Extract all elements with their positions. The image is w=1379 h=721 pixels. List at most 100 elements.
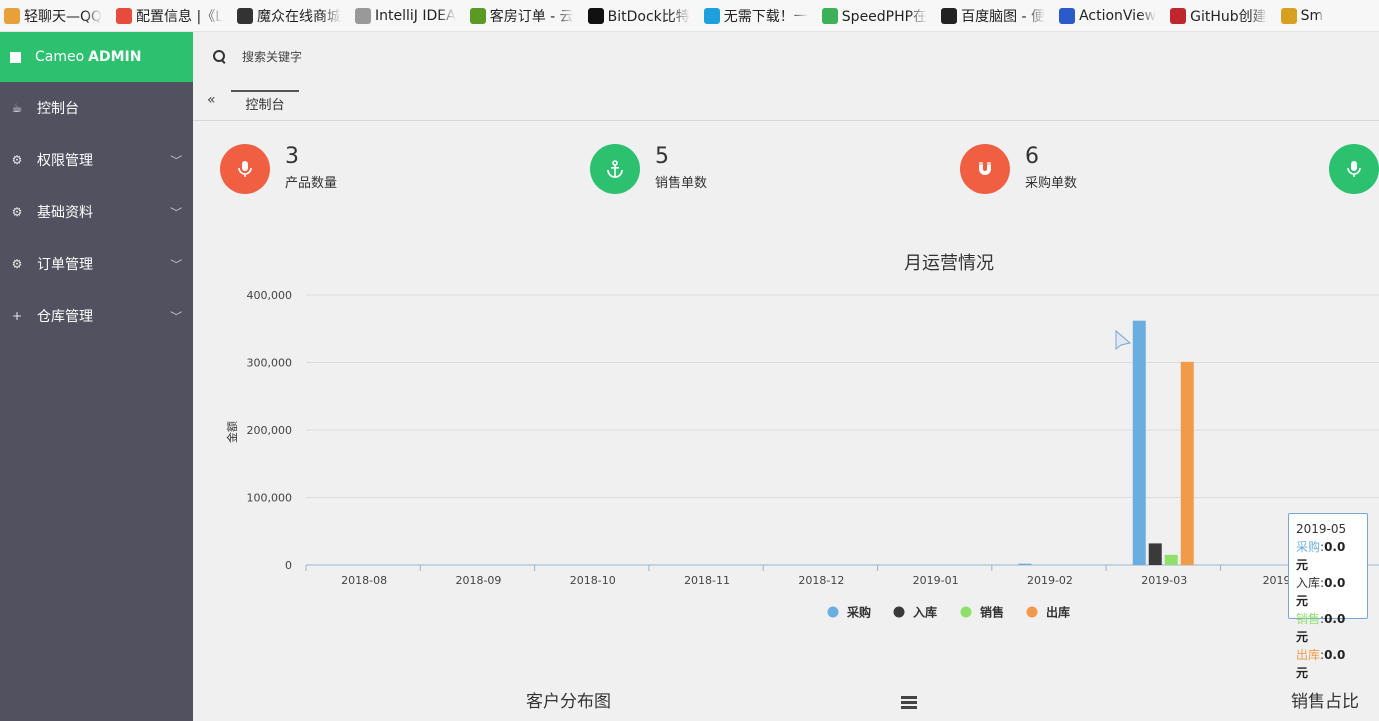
sm-icon <box>1280 7 1297 24</box>
legend-label: 入库 <box>913 605 937 620</box>
stat-value: 5 <box>655 144 669 169</box>
x-tick-label: 2019-02 <box>1027 574 1073 587</box>
av-icon <box>1059 7 1076 24</box>
x-tick-label: 2018-08 <box>341 574 387 587</box>
page-icon <box>355 7 372 24</box>
baidu-mind-icon <box>941 7 958 24</box>
search-input[interactable] <box>242 50 542 64</box>
chevron-down-icon[interactable]: ﹀ <box>170 308 182 323</box>
sidebar-item-label: 基础资料 <box>37 205 93 221</box>
bookmark-item[interactable]: Sm <box>1280 4 1324 28</box>
cogs-icon: ⚙ <box>11 257 23 271</box>
chevron-down-icon[interactable]: ﹀ <box>170 204 182 219</box>
search-icon[interactable] <box>213 50 227 64</box>
bookmark-item[interactable]: GitHub创建 <box>1170 4 1267 28</box>
github-c-icon <box>1170 7 1187 24</box>
bar <box>1180 361 1194 565</box>
stat-label: 采购单数 <box>1025 176 1078 191</box>
sidebar-item[interactable]: ⚙ 订单管理 ﹀ <box>0 238 193 290</box>
sidebar-item-label: 控制台 <box>37 101 79 117</box>
bar <box>1164 554 1178 565</box>
sidebar-item-label: 仓库管理 <box>37 309 93 325</box>
brand-prefix: Cameo <box>35 49 85 65</box>
mouse-cursor-icon <box>1115 329 1132 351</box>
y-tick-label: 100,000 <box>247 492 293 505</box>
tab-bar: « 控制台 <box>193 82 1379 121</box>
y-tick-label: 400,000 <box>247 289 293 302</box>
sidebar-item[interactable]: ☕ 控制台 <box>0 82 193 134</box>
bookmark-item[interactable]: 无需下载！一 <box>703 4 808 28</box>
tooltip-row: 入库:0.0 元 <box>1296 574 1360 610</box>
tv-icon <box>703 7 720 24</box>
brand[interactable]: Cameo ADMIN <box>0 32 193 82</box>
bookmark-label: 配置信息 |《L <box>136 8 224 25</box>
microphone-icon <box>220 144 270 194</box>
bookmark-item[interactable]: IntelliJ IDEA <box>355 4 456 28</box>
tooltip-series-name: 出库 <box>1296 648 1321 662</box>
stat-label: 产品数量 <box>285 176 338 191</box>
bookmark-label: SpeedPHP在 <box>841 8 928 25</box>
tooltip-row: 销售:0.0 元 <box>1296 610 1360 646</box>
microphone-icon <box>1329 144 1379 194</box>
x-tick-label: 2018-11 <box>684 574 730 587</box>
brand-name: ADMIN <box>88 49 142 65</box>
sidebar-item-label: 权限管理 <box>37 153 93 169</box>
bar <box>1018 563 1032 565</box>
x-tick-label: 2018-10 <box>570 574 616 587</box>
y-tick-label: 0 <box>285 559 292 572</box>
bookmark-item[interactable]: 魔众在线商城 <box>237 4 341 28</box>
chart-tooltip: 2019-05 采购:0.0 元入库:0.0 元销售:0.0 元出库:0.0 元 <box>1288 513 1368 680</box>
bookmark-label: 百度脑图 - 便 <box>961 8 1046 25</box>
sidebar-item[interactable]: ⚙ 基础资料 ﹀ <box>0 186 193 238</box>
legend-label: 出库 <box>1046 605 1070 620</box>
tooltip-series-name: 销售 <box>1296 612 1321 626</box>
mozhong-icon <box>237 7 254 24</box>
yun-icon <box>469 7 486 24</box>
bookmarks-bar: 轻聊天—QQ 配置信息 |《L 魔众在线商城 IntelliJ IDEA 客房订单 - … <box>0 0 1379 32</box>
bar <box>1148 543 1162 565</box>
collapse-sidebar-button[interactable]: « <box>207 92 216 108</box>
sidebar-item[interactable]: + 仓库管理 ﹀ <box>0 290 193 342</box>
anchor-icon <box>590 144 640 194</box>
customer-distribution-title: 客户分布图 <box>526 692 611 712</box>
bookmark-item[interactable]: 百度脑图 - 便 <box>941 4 1045 28</box>
bookmark-item[interactable]: BitDock比特 <box>587 4 690 28</box>
x-tick-label: 2019-03 <box>1141 574 1187 587</box>
legend-marker <box>893 606 905 618</box>
bookmark-label: 轻聊天—QQ <box>24 8 103 25</box>
bookmark-label: Sm <box>1300 7 1324 24</box>
legend-marker <box>1026 606 1038 618</box>
x-tick-label: 2019-01 <box>913 574 959 587</box>
legend-label: 采购 <box>846 605 871 620</box>
legend-label: 销售 <box>980 605 1004 620</box>
bookmark-item[interactable]: ActionView <box>1059 4 1156 28</box>
sales-share-title: 销售占比 <box>1291 692 1359 712</box>
y-axis-label: 金额 <box>225 421 239 443</box>
legend-marker <box>960 606 972 618</box>
tooltip-series-name: 入库 <box>1296 576 1321 590</box>
bookmark-item[interactable]: SpeedPHP在 <box>821 4 928 28</box>
plus-icon: + <box>11 309 23 323</box>
x-tick-label: 2018-12 <box>798 574 844 587</box>
stat-value: 3 <box>285 144 299 169</box>
bookmark-item[interactable]: 轻聊天—QQ <box>4 4 102 28</box>
y-tick-label: 300,000 <box>247 357 293 370</box>
bookmark-label: GitHub创建 <box>1190 8 1267 25</box>
bookmark-label: ActionView <box>1079 7 1157 24</box>
bookmark-item[interactable]: 客房订单 - 云 <box>469 4 574 28</box>
tooltip-row: 出库:0.0 元 <box>1296 646 1360 682</box>
bookmark-label: 无需下载！一 <box>723 8 808 25</box>
speedphp-icon <box>821 7 838 24</box>
stat-value: 6 <box>1025 144 1039 169</box>
coffee-icon: ☕ <box>11 101 23 115</box>
hamburger-menu-icon[interactable] <box>901 696 917 711</box>
chevron-down-icon[interactable]: ﹀ <box>170 256 182 271</box>
bookmark-item[interactable]: 配置信息 |《L <box>116 4 223 28</box>
chevron-down-icon[interactable]: ﹀ <box>170 152 182 167</box>
sidebar-item-label: 订单管理 <box>37 257 93 273</box>
tab-dashboard[interactable]: 控制台 <box>231 90 299 121</box>
tooltip-row: 采购:0.0 元 <box>1296 538 1360 574</box>
y-tick-label: 200,000 <box>247 424 293 437</box>
sidebar-item[interactable]: ⚙ 权限管理 ﹀ <box>0 134 193 186</box>
stat-label: 销售单数 <box>655 176 708 191</box>
